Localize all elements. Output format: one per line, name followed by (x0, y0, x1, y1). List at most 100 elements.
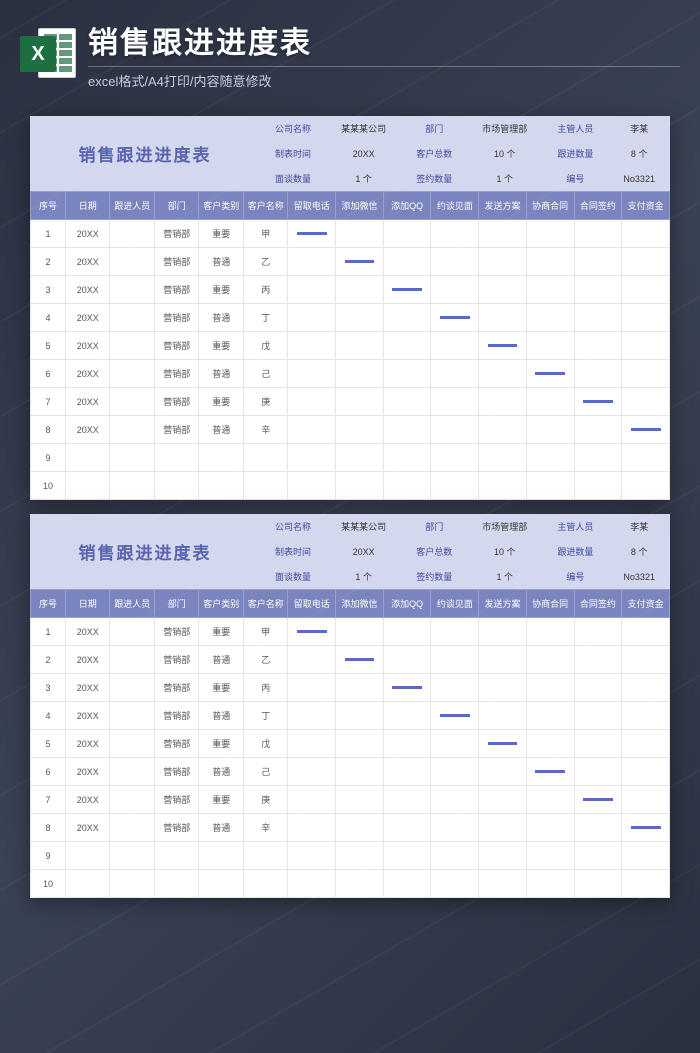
cell: 10 (31, 870, 66, 898)
meta-company-lbl: 公司名称 (260, 514, 326, 539)
cell: 营销部 (154, 786, 199, 814)
cell (110, 870, 155, 898)
table-row: 9 (31, 444, 670, 472)
progress-bar (583, 400, 613, 403)
cell: 重要 (199, 618, 244, 646)
meta-interview-val: 1 (355, 572, 360, 582)
meta-signed-val: 1 (497, 572, 502, 582)
cell: 普通 (199, 702, 244, 730)
cell: 营销部 (154, 360, 199, 388)
progress-cell (383, 304, 431, 332)
excel-icon: X (20, 26, 76, 82)
progress-cell (336, 220, 384, 248)
cell: 营销部 (154, 646, 199, 674)
cell (65, 472, 110, 500)
cell: 重要 (199, 674, 244, 702)
progress-cell (479, 814, 527, 842)
progress-cell (622, 786, 670, 814)
progress-cell (574, 618, 622, 646)
cell: 20XX (65, 276, 110, 304)
sheet-header: 销售跟进进度表 公司名称 某某某公司 部门 市场管理部 主管人员 李某 制表时间… (30, 116, 670, 191)
progress-cell (431, 416, 479, 444)
col-header: 日期 (65, 590, 110, 618)
col-header: 跟进人员 (110, 590, 155, 618)
meta-custtotal-lbl: 客户总数 (401, 141, 467, 166)
progress-cell (383, 730, 431, 758)
cell: 己 (243, 758, 288, 786)
progress-cell (288, 814, 336, 842)
progress-cell (336, 276, 384, 304)
col-header: 添加微信 (336, 590, 384, 618)
meta-grid: 公司名称 某某某公司 部门 市场管理部 主管人员 李某 制表时间 20XX 客户… (260, 116, 670, 191)
progress-cell (574, 220, 622, 248)
col-header: 发送方案 (479, 590, 527, 618)
progress-cell (622, 276, 670, 304)
progress-cell (336, 388, 384, 416)
cell: 己 (243, 360, 288, 388)
progress-bar (488, 344, 518, 347)
progress-cell (288, 472, 336, 500)
cell: 6 (31, 758, 66, 786)
progress-cell (288, 674, 336, 702)
progress-cell (622, 618, 670, 646)
table-row: 320XX营销部重要丙 (31, 276, 670, 304)
progress-cell (431, 674, 479, 702)
progress-cell (431, 220, 479, 248)
progress-cell (479, 702, 527, 730)
progress-cell (336, 814, 384, 842)
meta-follow-lbl: 跟进数量 (542, 141, 608, 166)
cell (110, 304, 155, 332)
cell: 3 (31, 276, 66, 304)
progress-cell (431, 814, 479, 842)
progress-cell (526, 472, 574, 500)
page-title: 销售跟进进度表 (88, 18, 680, 62)
table-row: 120XX营销部重要甲 (31, 220, 670, 248)
progress-cell (479, 618, 527, 646)
progress-cell (574, 332, 622, 360)
meta-unit: 个 (363, 172, 372, 185)
cell: 丙 (243, 674, 288, 702)
cell: 20XX (65, 646, 110, 674)
table-row: 520XX营销部重要戊 (31, 730, 670, 758)
progress-cell (431, 730, 479, 758)
cell: 20XX (65, 332, 110, 360)
progress-cell (574, 870, 622, 898)
progress-cell (336, 472, 384, 500)
cell: 营销部 (154, 248, 199, 276)
meta-docno-lbl: 编号 (542, 166, 608, 191)
meta-unit: 个 (638, 545, 647, 558)
progress-bar (392, 288, 422, 291)
progress-cell (622, 220, 670, 248)
cell (110, 360, 155, 388)
progress-bar (297, 630, 327, 633)
progress-cell (431, 360, 479, 388)
progress-cell (431, 248, 479, 276)
cell: 营销部 (154, 388, 199, 416)
progress-cell (431, 388, 479, 416)
meta-custtotal-val: 10 (494, 547, 504, 557)
cell: 营销部 (154, 814, 199, 842)
cell (110, 248, 155, 276)
table-row: 420XX营销部普通丁 (31, 304, 670, 332)
progress-cell (526, 276, 574, 304)
progress-cell (431, 618, 479, 646)
progress-cell (526, 618, 574, 646)
cell: 4 (31, 304, 66, 332)
cell: 20XX (65, 702, 110, 730)
progress-cell (431, 842, 479, 870)
progress-bar (345, 260, 375, 263)
progress-cell (479, 870, 527, 898)
cell (154, 444, 199, 472)
cell: 10 (31, 472, 66, 500)
progress-cell (622, 388, 670, 416)
col-header: 发送方案 (479, 192, 527, 220)
progress-cell (336, 332, 384, 360)
cell (110, 702, 155, 730)
table-row: 9 (31, 842, 670, 870)
cell: 丁 (243, 304, 288, 332)
progress-cell (526, 444, 574, 472)
progress-cell (383, 276, 431, 304)
meta-signed-lbl: 签约数量 (401, 166, 467, 191)
progress-bar (392, 686, 422, 689)
progress-cell (479, 332, 527, 360)
